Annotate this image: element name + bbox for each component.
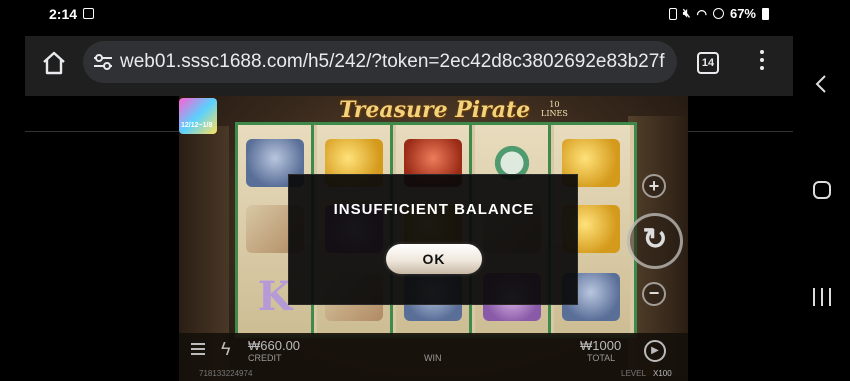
dialog-message: INSUFFICIENT BALANCE [333,201,535,218]
mute-icon: 🔇︎ [682,6,691,20]
home-icon[interactable] [41,50,67,76]
game-title: Treasure Pirate [339,97,531,123]
address-bar[interactable]: web01.sssc1688.com/h5/242/?token=2ec42d8… [83,41,677,83]
win-label: WIN [424,353,442,363]
game-canvas[interactable]: 12/12~1/8 Treasure Pirate 10 LINES K + ↻… [179,96,688,381]
insufficient-balance-dialog: INSUFFICIENT BALANCE OK [288,174,578,305]
system-nav-bar [793,0,850,381]
tune-icon[interactable] [93,53,113,71]
total-value: ₩1000 [580,338,622,353]
total-label: TOTAL [587,353,616,363]
credit-value: ₩660.00 [248,338,301,353]
status-bar: 2:14 🔇︎ ◠ 67% [25,0,793,28]
status-icons: 🔇︎ ◠ 67% [668,6,769,21]
dnd-icon [712,8,724,19]
wifi-icon: ◠ [696,6,707,21]
ok-button[interactable]: OK [386,244,482,274]
tab-switcher-icon[interactable]: 14 [697,52,719,74]
battery-saver-icon [668,7,677,20]
lines-number: 10 [549,100,560,109]
nav-home-icon[interactable] [813,181,831,199]
level-label: LEVEL [621,369,646,378]
promo-logo-text: 12/12~1/8 [181,122,213,129]
round-id: 718133224974 [199,369,253,378]
recents-icon[interactable] [813,288,831,306]
level-value: X100 [653,369,672,378]
credit-label: CREDIT [248,353,282,363]
browser-toolbar: web01.sssc1688.com/h5/242/?token=2ec42d8… [25,36,793,132]
url-text[interactable]: web01.sssc1688.com/h5/242/?token=2ec42d8… [120,51,665,73]
phone-screen: 2:14 🔇︎ ◠ 67% web01.sssc1688.com/h5/242/… [25,0,793,381]
bet-decrease-button[interactable]: − [642,282,666,306]
more-vert-icon[interactable] [758,50,766,74]
back-icon[interactable] [812,74,832,94]
promo-logo[interactable]: 12/12~1/8 [179,98,217,134]
lines-badge: 10 LINES [541,100,568,118]
image-notification-icon [83,8,94,19]
game-hud: ϟ ₩660.00 CREDIT WIN ₩1000 TOTAL ▶ 71813… [179,333,688,381]
autoplay-icon[interactable]: ▶ [644,340,666,362]
lines-text: LINES [541,109,568,118]
battery-percent: 67% [729,6,756,21]
spin-icon[interactable]: ↻ [627,213,683,269]
turbo-icon[interactable]: ϟ [221,339,231,360]
battery-icon [762,7,769,20]
game-menu-icon[interactable] [191,343,205,355]
bet-increase-button[interactable]: + [642,174,666,198]
status-time: 2:14 [49,6,78,22]
